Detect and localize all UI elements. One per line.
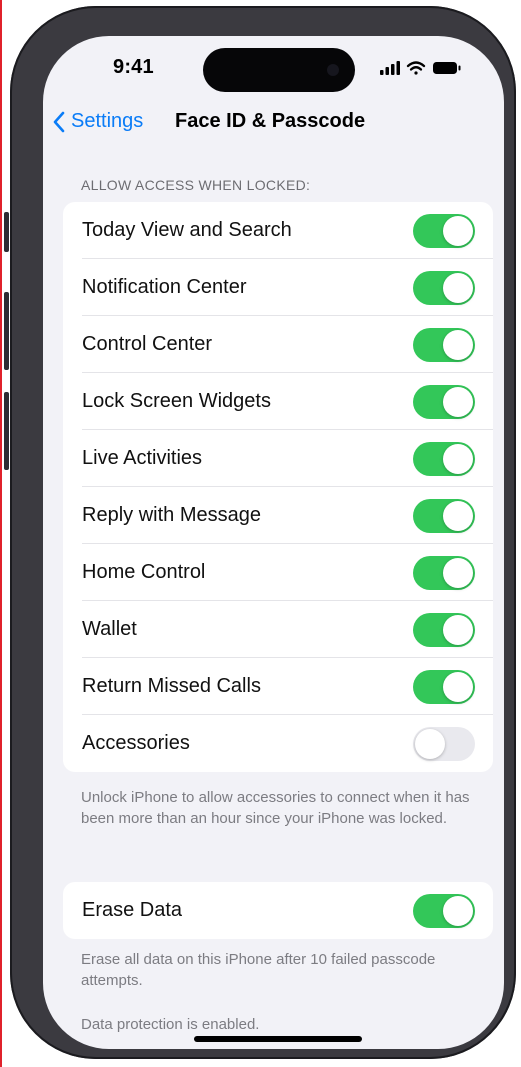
toggle-switch[interactable] <box>413 385 475 419</box>
toggle-switch[interactable] <box>413 328 475 362</box>
screen: 9:41 Settings Face ID & Passcode ALLOW A… <box>43 36 504 1049</box>
toggle-knob <box>443 330 473 360</box>
toggle-knob <box>443 387 473 417</box>
toggle-switch[interactable] <box>413 499 475 533</box>
camera-icon <box>327 64 339 76</box>
toggle-knob <box>415 729 445 759</box>
row-label: Erase Data <box>82 899 183 921</box>
row-notification-center: Notification Center <box>63 259 493 316</box>
dynamic-island <box>203 48 355 92</box>
erase-data-group: Erase Data <box>63 882 493 939</box>
allow-access-group: Today View and Search Notification Cente… <box>63 202 493 772</box>
status-time: 9:41 <box>113 56 154 78</box>
row-label: Home Control <box>82 561 206 583</box>
toggle-knob <box>443 444 473 474</box>
toggle-switch[interactable] <box>413 727 475 761</box>
row-label: Control Center <box>82 333 213 355</box>
page-title: Face ID & Passcode <box>175 110 366 132</box>
row-label: Lock Screen Widgets <box>82 390 271 412</box>
toggle-switch[interactable] <box>413 613 475 647</box>
toggle-knob <box>443 273 473 303</box>
toggle-knob <box>443 896 473 926</box>
row-label: Notification Center <box>82 276 247 298</box>
row-lock-screen-widgets: Lock Screen Widgets <box>63 373 493 430</box>
toggle-knob <box>443 615 473 645</box>
wifi-icon <box>406 61 426 75</box>
back-label[interactable]: Settings <box>71 110 143 133</box>
chevron-left-icon <box>53 111 65 132</box>
action-button <box>4 212 9 252</box>
row-return-missed-calls: Return Missed Calls <box>63 658 493 715</box>
cellular-signal-icon <box>380 61 400 75</box>
erase-footnote: Erase all data on this iPhone after 10 f… <box>81 951 436 989</box>
toggle-switch[interactable] <box>413 271 475 305</box>
row-label: Wallet <box>82 618 137 640</box>
accessories-footnote: Unlock iPhone to allow accessories to co… <box>81 789 470 827</box>
toggle-switch[interactable] <box>413 670 475 704</box>
status-icons <box>380 60 476 76</box>
toggle-knob <box>443 672 473 702</box>
toggle-knob <box>443 216 473 246</box>
toggle-switch[interactable] <box>413 214 475 248</box>
row-erase-data: Erase Data <box>63 882 493 939</box>
row-label: Reply with Message <box>82 504 261 526</box>
volume-down-button <box>4 392 9 470</box>
row-accessories: Accessories <box>63 715 493 772</box>
toggle-switch[interactable] <box>413 556 475 590</box>
row-label: Return Missed Calls <box>82 675 261 697</box>
home-indicator <box>194 1036 362 1042</box>
back-button[interactable]: Settings <box>53 110 143 133</box>
row-control-center: Control Center <box>63 316 493 373</box>
row-label: Live Activities <box>82 447 203 469</box>
section-header: ALLOW ACCESS WHEN LOCKED: <box>81 177 311 193</box>
row-reply-with-message: Reply with Message <box>63 487 493 544</box>
battery-icon <box>433 62 461 74</box>
data-protection-note: Data protection is enabled. <box>81 1016 260 1033</box>
iphone-frame: 9:41 Settings Face ID & Passcode ALLOW A… <box>4 6 516 1059</box>
toggle-knob <box>443 558 473 588</box>
toggle-switch[interactable] <box>413 894 475 928</box>
row-home-control: Home Control <box>63 544 493 601</box>
toggle-switch[interactable] <box>413 442 475 476</box>
toggle-knob <box>443 501 473 531</box>
volume-up-button <box>4 292 9 370</box>
window-edge <box>0 0 2 1067</box>
row-wallet: Wallet <box>63 601 493 658</box>
row-live-activities: Live Activities <box>63 430 493 487</box>
row-label: Accessories <box>82 732 190 754</box>
row-label: Today View and Search <box>82 219 292 241</box>
row-today-view-and-search: Today View and Search <box>63 202 493 259</box>
